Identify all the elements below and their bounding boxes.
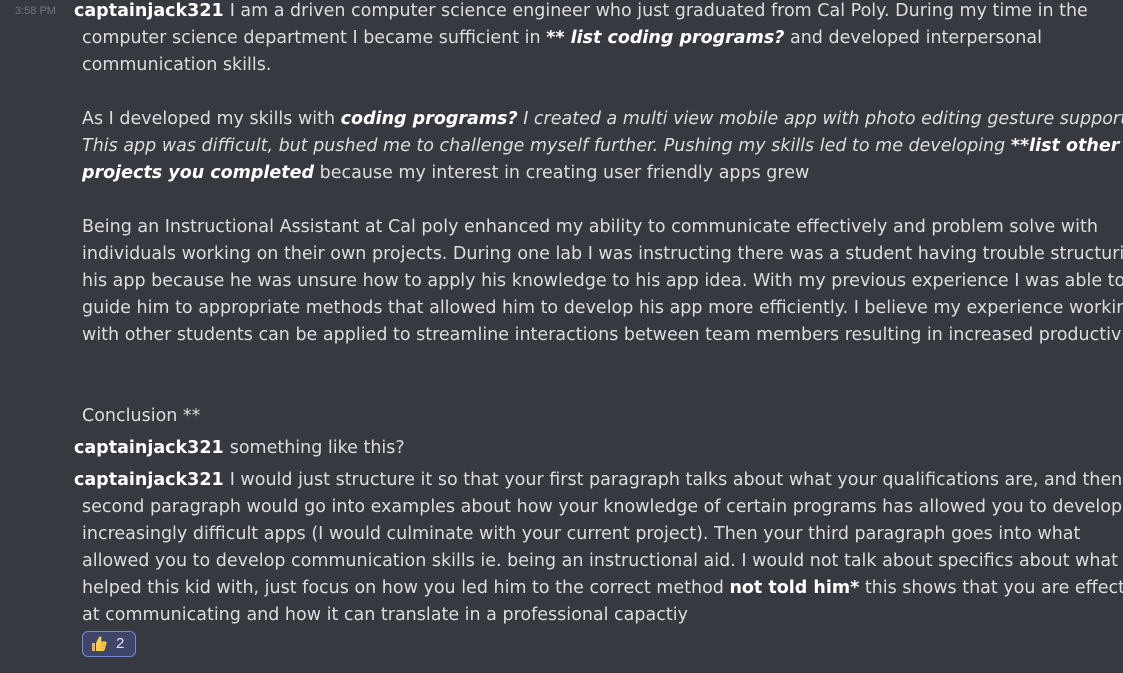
message-text: As I developed my skills with: [82, 109, 341, 129]
username[interactable]: captainjack321: [74, 438, 224, 458]
message-line: his app because he was unsure how to app…: [82, 268, 1123, 295]
message-text: second paragraph would go into examples …: [82, 497, 1123, 517]
message-text: guide him to appropriate methods that al…: [82, 298, 1123, 318]
italic-text: This app was difficult, but pushed me to…: [82, 136, 1011, 156]
message-line: helped this kid with, just focus on how …: [82, 575, 1123, 602]
message-text: increasingly difficult apps (I would cul…: [82, 524, 1081, 544]
message-text: I would just structure it so that your f…: [229, 470, 1123, 490]
message-line: second paragraph would go into examples …: [82, 494, 1122, 521]
thumbs-up-icon: [90, 635, 108, 653]
message-line: This app was difficult, but pushed me to…: [82, 133, 1119, 160]
message-text: his app because he was unsure how to app…: [82, 271, 1123, 291]
message-line: with other students can be applied to st…: [82, 322, 1123, 349]
message-text: and developed interpersonal: [784, 28, 1042, 48]
message-line: captainjack321 I am a driven computer sci…: [74, 0, 1088, 25]
message-text: communication skills.: [82, 55, 272, 75]
message-line: Conclusion **: [82, 403, 200, 430]
italic-text: I created a multi view mobile app with p…: [517, 109, 1123, 129]
bold-italic-text: coding programs?: [340, 109, 518, 129]
message-line: captainjack321 something like this?: [74, 435, 405, 462]
bold-italic-text: ** list coding programs?: [546, 28, 785, 48]
message-line: individuals working on their own project…: [82, 241, 1123, 268]
bold-text: not told him*: [729, 578, 860, 598]
username[interactable]: captainjack321: [74, 470, 224, 490]
message-line: projects you completed because my intere…: [82, 160, 809, 187]
bold-italic-text: projects you completed: [82, 163, 315, 183]
message-text: with other students can be applied to st…: [82, 325, 1123, 345]
message-text: at communicating and how it can translat…: [82, 605, 688, 625]
message-line: Being an Instructional Assistant at Cal …: [82, 214, 1098, 241]
message-line: computer science department I became suf…: [82, 25, 1042, 52]
message-text: because my interest in creating user fri…: [314, 163, 810, 183]
message-timestamp: 3:58 PM: [15, 5, 56, 17]
message-text: individuals working on their own project…: [82, 244, 1123, 264]
message-text: computer science department I became suf…: [82, 28, 547, 48]
message-text: I am a driven computer science engineer …: [229, 1, 1088, 21]
message-text: something like this?: [229, 438, 405, 458]
message-text: helped this kid with, just focus on how …: [82, 578, 730, 598]
reaction-thumbs-up[interactable]: 2: [82, 631, 136, 657]
message-line: captainjack321 I would just structure it …: [74, 467, 1123, 494]
message-line: As I developed my skills with coding pro…: [82, 106, 1123, 133]
message-line: guide him to appropriate methods that al…: [82, 295, 1123, 322]
reaction-count: 2: [116, 635, 125, 652]
message-line: allowed you to develop communication ski…: [82, 548, 1123, 575]
username[interactable]: captainjack321: [74, 1, 224, 21]
message-line: at communicating and how it can translat…: [82, 602, 688, 629]
message-text: Conclusion **: [82, 406, 201, 426]
bold-italic-text: **list other: [1010, 136, 1120, 156]
message-text: allowed you to develop communication ski…: [82, 551, 1123, 571]
message-line: communication skills.: [82, 52, 271, 79]
message-text: this shows that you are effective: [859, 578, 1123, 598]
message-line: increasingly difficult apps (I would cul…: [82, 521, 1080, 548]
message-text: Being an Instructional Assistant at Cal …: [82, 217, 1098, 237]
